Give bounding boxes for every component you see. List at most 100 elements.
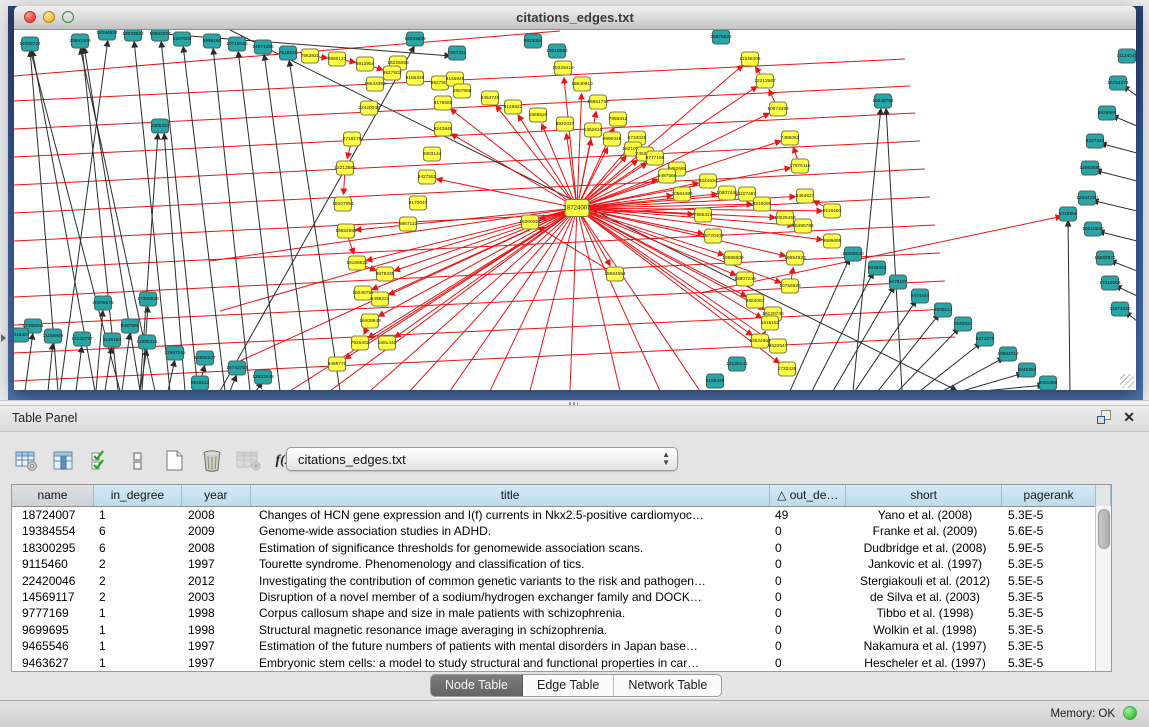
graph-node[interactable]: 9777169 xyxy=(646,151,665,165)
graph-node[interactable]: 20691406 xyxy=(69,34,91,48)
graph-node[interactable]: 9242848 xyxy=(434,122,453,136)
table-row[interactable]: 911546021997Tourette syndrome. Phenomeno… xyxy=(12,556,1111,572)
graph-node[interactable]: 8186328 xyxy=(406,71,425,85)
table-row[interactable]: 946362711997Embryonic stem cells: a mode… xyxy=(12,655,1111,671)
graph-node[interactable]: 9860123 xyxy=(328,52,347,66)
table-row[interactable]: 1938455462009Genome-wide association stu… xyxy=(12,523,1111,539)
graph-node[interactable]: 3915427 xyxy=(14,328,30,342)
graph-node[interactable]: 18807249 xyxy=(734,272,756,286)
graph-node[interactable]: 9245652 xyxy=(1018,363,1037,377)
graph-node[interactable]: 12213967 xyxy=(754,74,776,88)
graph-node[interactable]: 5498222 xyxy=(371,292,390,306)
graph-node[interactable]: 8912954 xyxy=(356,57,375,71)
graph-node[interactable]: 10654012 xyxy=(997,347,1019,361)
graph-node[interactable]: 9827503 xyxy=(383,66,402,80)
row-check-icon[interactable] xyxy=(88,448,114,474)
graph-node[interactable]: 16648784 xyxy=(872,94,894,108)
column-header-title[interactable]: title xyxy=(251,485,771,506)
graph-node[interactable]: 8938923 xyxy=(868,261,887,275)
graph-node[interactable]: 17957255 xyxy=(164,346,186,360)
graph-node[interactable]: 1615152 xyxy=(761,316,780,330)
graph-node[interactable]: 17016504 xyxy=(1099,276,1121,290)
table-row[interactable]: 1830029562008Estimation of significance … xyxy=(12,540,1111,556)
network-canvas[interactable]: 1872400714055724206914061838455419033822… xyxy=(14,30,1136,390)
graph-node[interactable]: 18107554 xyxy=(332,197,354,211)
column-header-in_degree[interactable]: in_degree xyxy=(94,485,182,506)
close-panel-icon[interactable]: ✕ xyxy=(1123,410,1135,424)
panel-collapse-arrow-icon[interactable] xyxy=(1,334,6,342)
graph-node[interactable]: 8822037 xyxy=(556,117,575,131)
table-header-row[interactable]: namein_degreeyeartitle△ out_de…shortpage… xyxy=(12,485,1111,507)
graph-node[interactable]: 22420046 xyxy=(358,101,380,115)
graph-node[interactable]: 10653267 xyxy=(149,30,171,41)
graph-node[interactable]: 1527602 xyxy=(173,32,192,46)
scrollbar-thumb[interactable] xyxy=(1098,509,1110,549)
graph-node[interactable]: 15692971 xyxy=(1094,251,1116,265)
column-header-out_de[interactable]: △ out_de… xyxy=(770,485,846,506)
graph-node[interactable]: 8867110 xyxy=(399,217,418,231)
graph-node[interactable]: 17359928 xyxy=(137,292,159,306)
graph-node[interactable]: 9929966 xyxy=(1098,106,1117,120)
graph-node[interactable]: 9146821 xyxy=(504,100,523,114)
graph-node[interactable]: 19218596 xyxy=(546,44,568,58)
graph-node[interactable]: 15720407 xyxy=(702,229,724,243)
graph-node[interactable]: 10025458 xyxy=(774,211,796,225)
graph-node[interactable]: 8813054 xyxy=(524,34,543,48)
graph-node[interactable]: 10756928 xyxy=(779,279,801,293)
float-panel-icon[interactable] xyxy=(1097,410,1111,424)
network-window-titlebar[interactable]: citations_edges.txt xyxy=(14,6,1136,30)
graph-node[interactable]: 16210643 xyxy=(1082,222,1104,236)
graph-node[interactable]: 2718176 xyxy=(343,132,362,146)
graph-node[interactable]: 7632621 xyxy=(954,317,973,331)
graph-node[interactable]: 11124047 xyxy=(1117,49,1136,63)
graph-node[interactable]: 20876822 xyxy=(710,30,732,44)
graph-node[interactable]: 1733426 xyxy=(778,362,797,376)
graph-node[interactable]: 12444190 xyxy=(1076,191,1098,205)
graph-node[interactable]: 12505115 xyxy=(137,335,158,349)
column-header-pagerank[interactable]: pagerank xyxy=(1002,485,1096,506)
graph-node[interactable]: 6497568 xyxy=(658,169,677,183)
graph-node[interactable]: 20206576 xyxy=(92,296,114,310)
graph-node[interactable]: 8215958 xyxy=(1059,207,1078,221)
graph-node[interactable]: 1362615 xyxy=(584,123,603,137)
graph-node[interactable]: 16495786 xyxy=(792,219,814,233)
graph-node[interactable]: 8454749 xyxy=(481,91,500,105)
graph-node[interactable]: 2805334 xyxy=(151,119,170,133)
graph-node[interactable]: 9397588 xyxy=(121,319,140,333)
column-header-year[interactable]: year xyxy=(182,485,251,506)
graph-node[interactable]: 11548408 xyxy=(740,52,761,66)
graph-node[interactable]: 9031988 xyxy=(1039,376,1058,390)
graph-node[interactable]: 2867608 xyxy=(453,84,472,98)
graph-node[interactable]: 16409540 xyxy=(842,247,864,261)
network-window[interactable]: citations_edges.txt 18724007140557242069… xyxy=(14,6,1136,390)
graph-node[interactable]: 9227343 xyxy=(1086,134,1105,148)
graph-node[interactable]: 19654985 xyxy=(335,224,357,238)
graph-node[interactable]: 7955812 xyxy=(609,112,628,126)
graph-node[interactable]: 7485063 xyxy=(781,131,800,145)
graph-node[interactable]: 13142757 xyxy=(71,332,93,346)
graph-node[interactable]: 18640910 xyxy=(571,77,593,91)
graph-node[interactable]: 15751074 xyxy=(1107,76,1129,90)
graph-node[interactable]: 10973493 xyxy=(767,102,789,116)
column-header-name[interactable]: name xyxy=(12,485,94,506)
tab-node-table[interactable]: Node Table xyxy=(431,675,523,696)
graph-node[interactable]: 2803144 xyxy=(423,147,442,161)
graph-node[interactable]: 12093885 xyxy=(1079,161,1101,175)
graph-node[interactable]: 14136141 xyxy=(726,357,748,371)
node-attribute-table[interactable]: namein_degreeyeartitle△ out_de…shortpage… xyxy=(11,484,1112,672)
graph-node[interactable]: 2935114 xyxy=(934,303,953,317)
table-vertical-scrollbar[interactable] xyxy=(1095,506,1111,671)
graph-node[interactable]: 19654923 xyxy=(784,251,806,265)
graph-node[interactable]: 1145194 xyxy=(103,333,122,347)
graph-node[interactable]: 9463627 xyxy=(796,189,815,203)
graph-node[interactable]: 8216088 xyxy=(753,197,772,211)
graph-node[interactable]: 8990448 xyxy=(603,132,622,146)
graph-node[interactable]: 9699695 xyxy=(823,234,842,248)
tab-network-table[interactable]: Network Table xyxy=(614,675,721,696)
graph-node[interactable]: 15300257 xyxy=(519,215,541,229)
graph-node[interactable]: 9522547 xyxy=(769,339,788,353)
tab-edge-table[interactable]: Edge Table xyxy=(523,675,614,696)
graph-node[interactable]: 8471676 xyxy=(976,332,995,346)
graph-node[interactable]: 14671355 xyxy=(252,40,274,54)
graph-node[interactable]: 18384554 xyxy=(96,30,118,40)
